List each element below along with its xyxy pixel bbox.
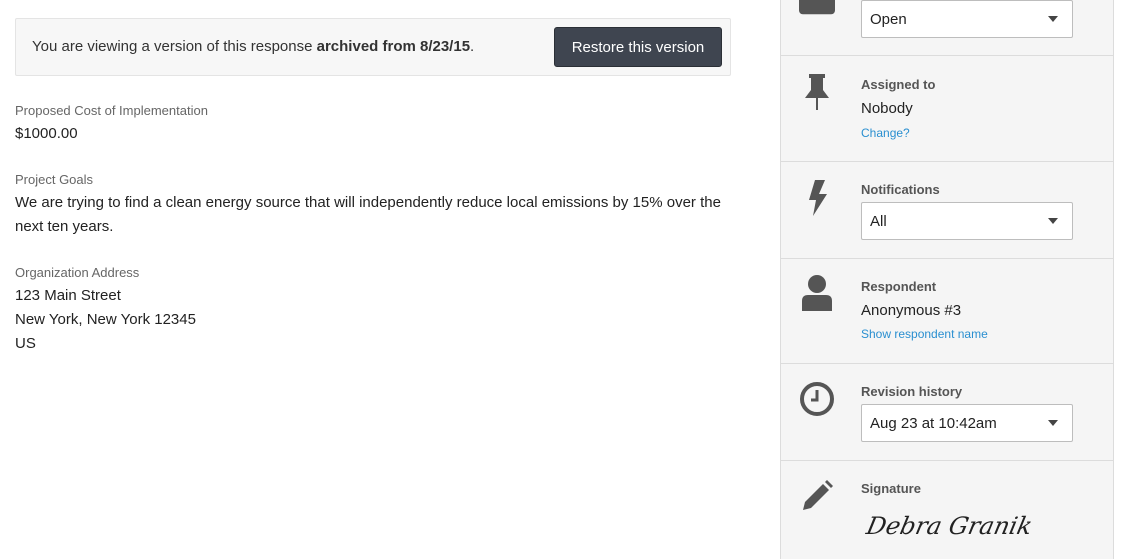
restore-version-button[interactable]: Restore this version: [554, 27, 722, 67]
signature-title: Signature: [861, 481, 921, 496]
show-respondent-name-link[interactable]: Show respondent name: [861, 327, 988, 341]
field-value: We are trying to find a clean energy sou…: [15, 191, 745, 239]
field-label: Organization Address: [15, 265, 140, 280]
sidebar-revision-section: Revision history Aug 23 at 10:42am: [781, 364, 1114, 461]
archived-banner-text: You are viewing a version of this respon…: [32, 38, 474, 55]
chevron-down-icon: [1048, 420, 1058, 426]
field-value-line: We are trying to find a clean energy sou…: [15, 194, 721, 211]
revision-history-title: Revision history: [861, 384, 963, 399]
response-sidebar: Open Assigned to Nobody Change? Notifica…: [780, 0, 1114, 559]
sidebar-respondent-section: Respondent Anonymous #3 Show respondent …: [781, 259, 1114, 364]
banner-text-prefix: You are viewing a version of this respon…: [32, 38, 317, 55]
status-select[interactable]: Open: [861, 0, 1073, 38]
banner-text-suffix: .: [470, 38, 475, 55]
status-select-value: Open: [870, 11, 907, 28]
sidebar-signature-section: Signature: [781, 461, 1114, 559]
notifications-select-value: All: [870, 213, 887, 230]
field-organization-address: Organization Address 123 Main Street New…: [15, 264, 745, 356]
assigned-value: Nobody: [861, 100, 913, 117]
field-value-line: $1000.00: [15, 125, 78, 142]
chevron-down-icon: [1048, 218, 1058, 224]
change-assignee-link[interactable]: Change?: [861, 126, 910, 140]
tag-icon: [799, 0, 835, 20]
field-value: $1000.00: [15, 122, 745, 146]
person-icon: [799, 273, 835, 313]
notifications-title: Notifications: [861, 182, 940, 197]
clock-icon: [799, 379, 835, 419]
sidebar-status-section: Open: [781, 0, 1114, 56]
field-value-line: US: [15, 335, 36, 352]
field-proposed-cost: Proposed Cost of Implementation $1000.00: [15, 102, 745, 146]
field-label: Proposed Cost of Implementation: [15, 103, 208, 118]
revision-history-select[interactable]: Aug 23 at 10:42am: [861, 404, 1073, 442]
assigned-title: Assigned to: [861, 77, 936, 92]
field-value-line: New York, New York 12345: [15, 311, 196, 328]
archived-version-banner: You are viewing a version of this respon…: [15, 18, 731, 76]
respondent-title: Respondent: [861, 279, 937, 294]
pin-icon: [799, 72, 835, 112]
notifications-select[interactable]: All: [861, 202, 1073, 240]
field-value-line: next ten years.: [15, 218, 114, 235]
field-value: 123 Main Street New York, New York 12345…: [15, 284, 745, 356]
lightning-icon: [799, 178, 835, 218]
sidebar-notifications-section: Notifications All: [781, 162, 1114, 259]
field-label: Project Goals: [15, 172, 94, 187]
respondent-value: Anonymous #3: [861, 302, 962, 319]
pencil-icon: [799, 476, 835, 516]
revision-select-value: Aug 23 at 10:42am: [870, 415, 997, 432]
sidebar-assigned-section: Assigned to Nobody Change?: [781, 56, 1114, 162]
field-value-line: 123 Main Street: [15, 287, 121, 304]
banner-archive-date: archived from 8/23/15: [316, 38, 471, 55]
field-project-goals: Project Goals We are trying to find a cl…: [15, 171, 745, 239]
chevron-down-icon: [1048, 16, 1058, 22]
signature-image: Debra Granik: [864, 512, 1035, 540]
response-main: You are viewing a version of this respon…: [0, 0, 760, 559]
